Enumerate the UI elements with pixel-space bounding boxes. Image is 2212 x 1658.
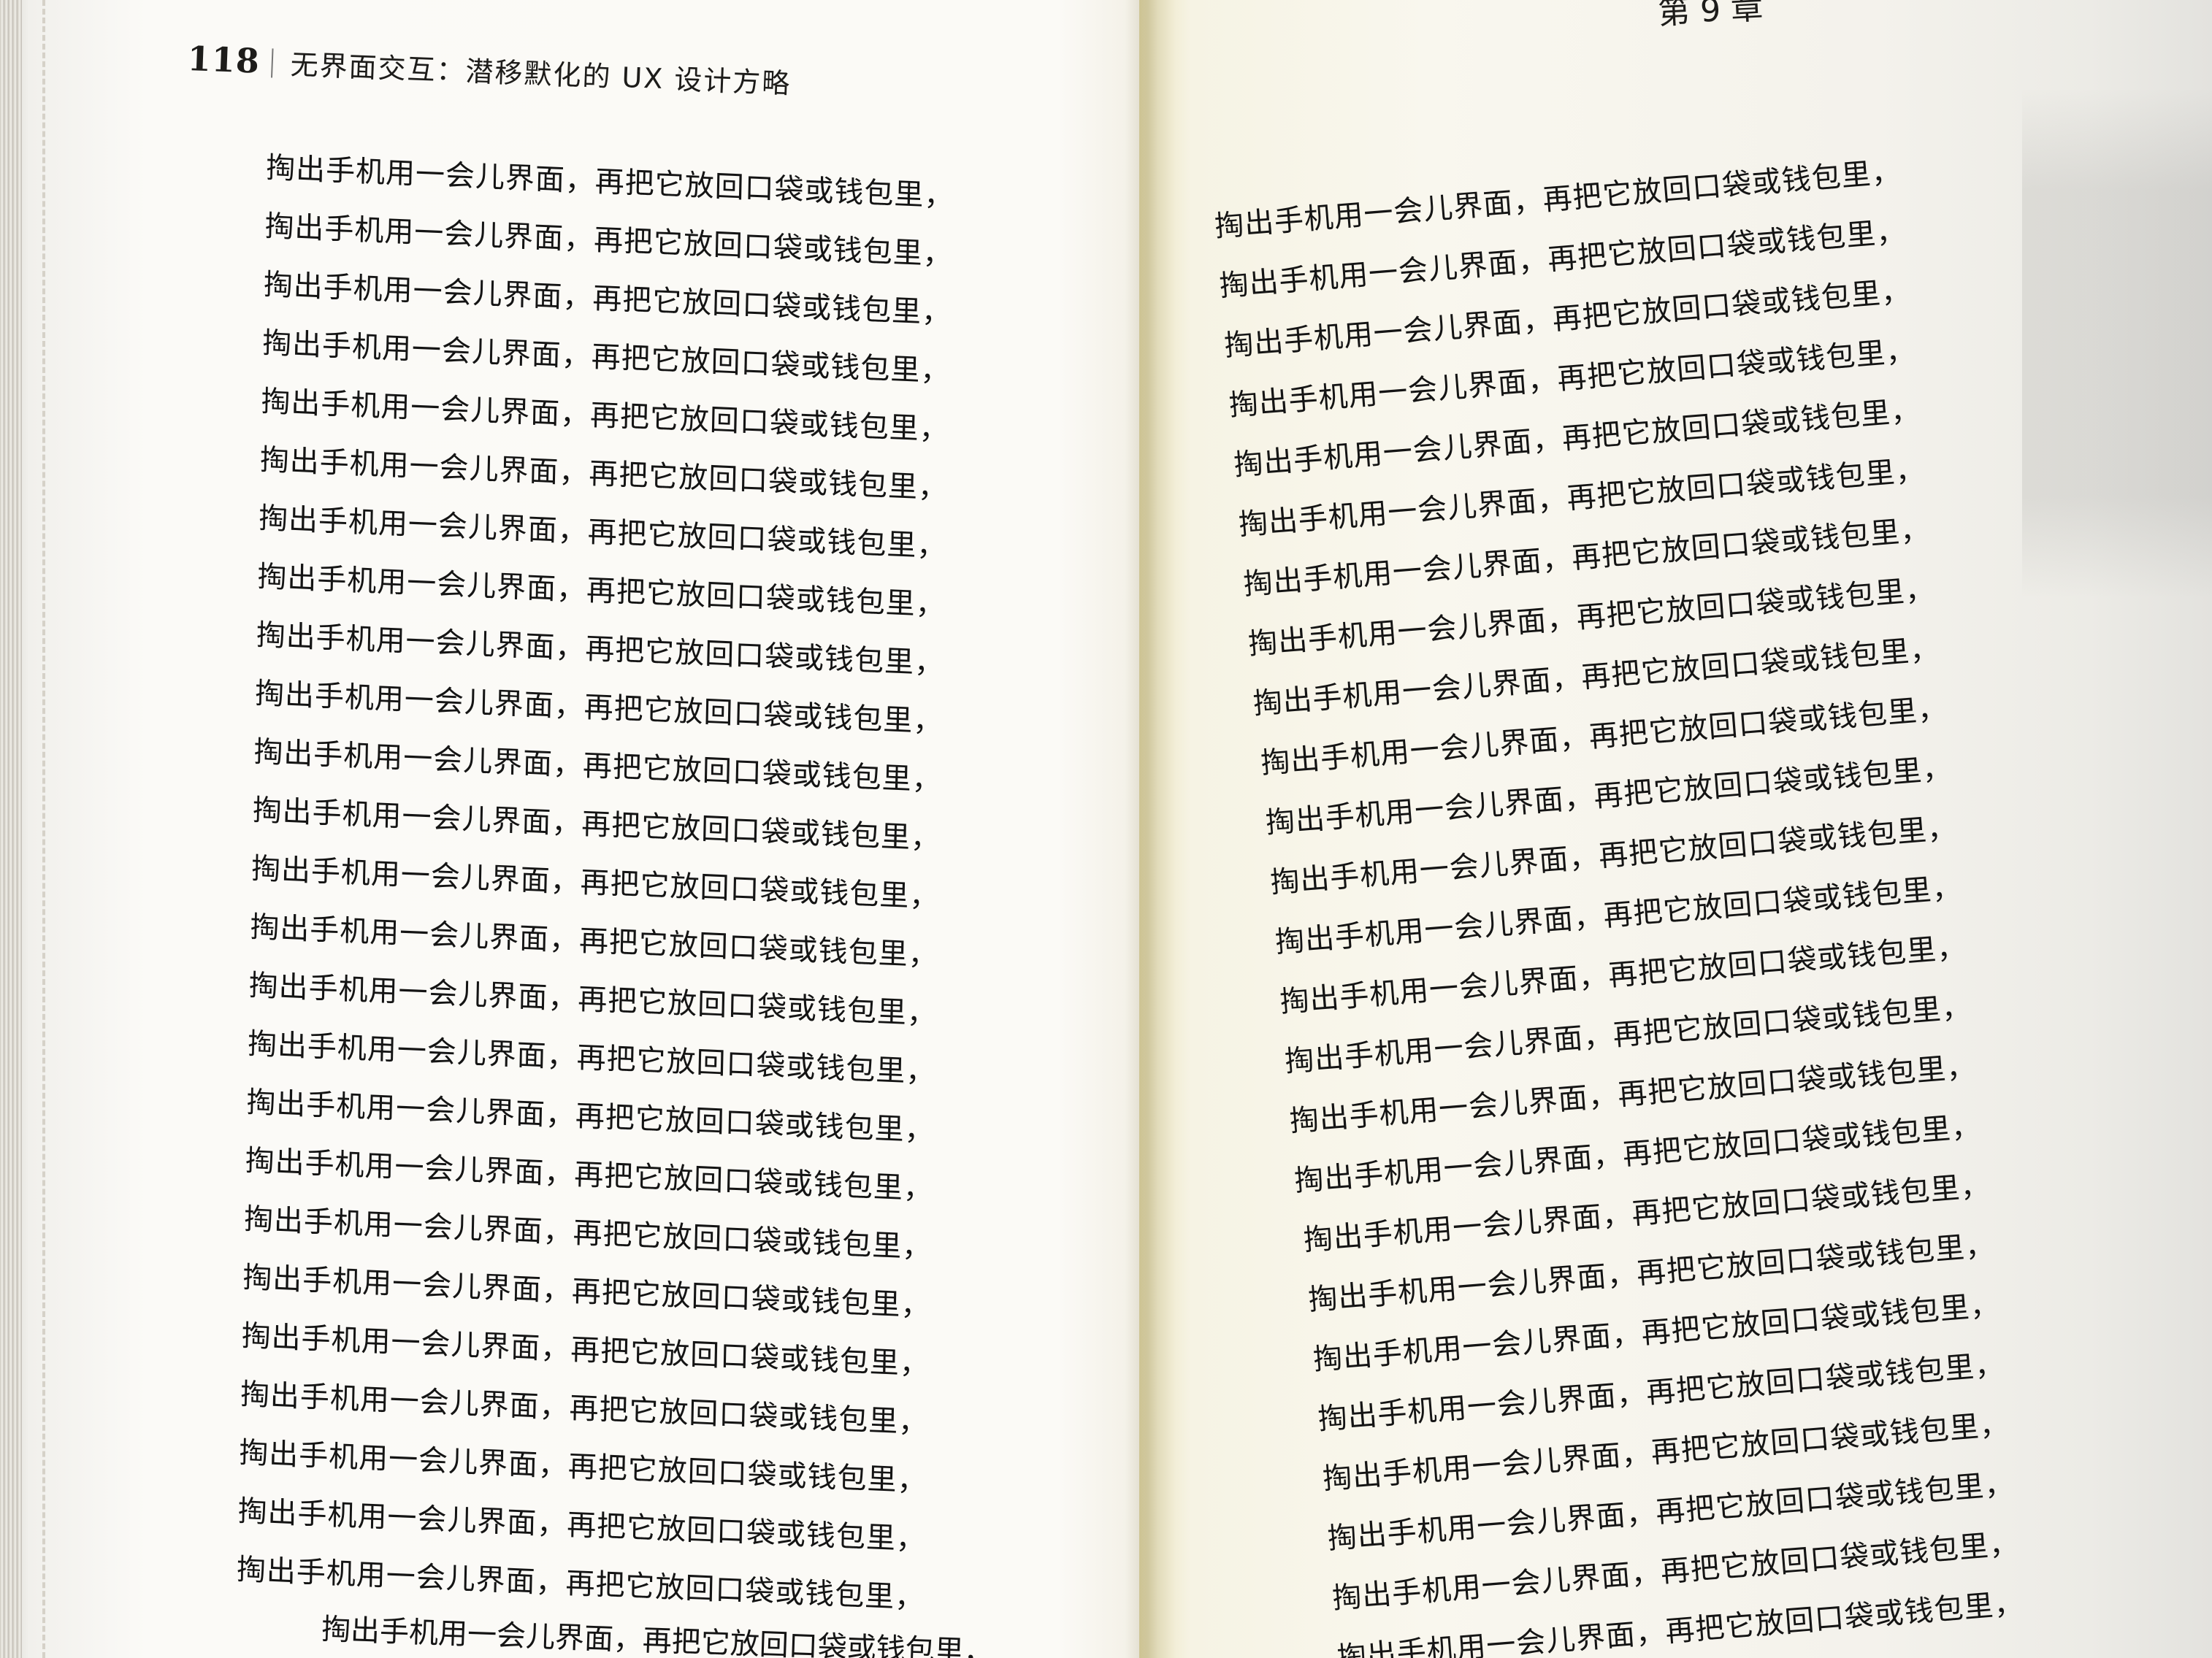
header-divider [271,48,274,78]
open-book-photo: 118 无界面交互：潜移默化的 UX 设计方略 掏出手机用一会儿界面，再把它放回… [0,0,2212,1658]
book-title: 无界面交互：潜移默化的 UX 设计方略 [289,48,792,100]
left-body-text: 掏出手机用一会儿界面，再把它放回口袋或钱包里， 掏出手机用一会儿界面，再把它放回… [236,139,1113,1635]
right-body-text: 掏出手机用一会儿界面，再把它放回口袋或钱包里， 掏出手机用一会儿界面，再把它放回… [1212,131,2162,1658]
left-page: 118 无界面交互：潜移默化的 UX 设计方略 掏出手机用一会儿界面，再把它放回… [0,0,1161,1658]
binding-stitch [42,0,45,1658]
chapter-label: 第 9 章 [1656,0,1764,32]
page-number: 118 [186,38,261,81]
running-header: 118 无界面交互：潜移默化的 UX 设计方略 [187,38,792,101]
page-edges [0,0,22,1658]
